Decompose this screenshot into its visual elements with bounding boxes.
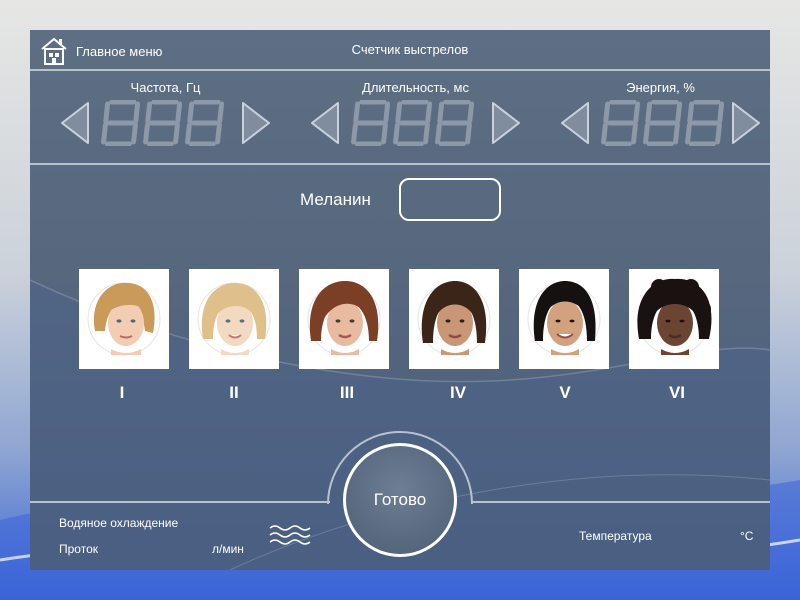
duration-control: Длительность, мс	[308, 72, 523, 162]
face-photo	[527, 281, 601, 356]
display-segment	[187, 101, 195, 124]
display-segment	[435, 122, 442, 145]
arrow-left-icon[interactable]	[308, 100, 342, 146]
display-segment	[717, 101, 725, 124]
face-photo	[87, 282, 161, 356]
footer-divider-left	[30, 501, 330, 503]
display-segment	[675, 101, 683, 124]
skin-type-6-card[interactable]	[629, 269, 719, 369]
display-segment	[383, 101, 391, 124]
frequency-control: Частота, Гц	[58, 72, 273, 162]
skin-type-6-label: VI	[668, 383, 686, 402]
display-segment	[633, 101, 641, 124]
energy-label: Энергия, %	[626, 80, 695, 95]
skin-type-3-card[interactable]	[299, 269, 389, 369]
display-segment	[685, 122, 692, 145]
flow-unit: л/мин	[212, 542, 244, 556]
display-segment	[645, 101, 653, 124]
face-photo	[197, 282, 271, 356]
display-segment	[131, 122, 138, 145]
display-segment	[393, 122, 400, 145]
header-divider	[30, 69, 770, 71]
skin-type-5-label: V	[559, 383, 571, 402]
temperature-unit: °C	[740, 529, 754, 543]
display-segment	[381, 122, 388, 145]
display-segment	[631, 122, 638, 145]
skin-type-4-card[interactable]	[409, 269, 499, 369]
display-digit	[143, 100, 183, 146]
duration-display	[351, 100, 475, 146]
arrow-left-icon[interactable]	[58, 100, 92, 146]
skin-type-3-label: III	[339, 383, 355, 402]
frequency-label: Частота, Гц	[130, 80, 201, 95]
display-digit	[393, 100, 433, 146]
display-segment	[133, 101, 141, 124]
display-segment	[715, 122, 722, 145]
energy-display	[601, 100, 725, 146]
display-segment	[603, 101, 611, 124]
display-segment	[395, 101, 403, 124]
display-segment	[353, 101, 361, 124]
display-segment	[173, 122, 180, 145]
display-digit	[101, 100, 141, 146]
arrow-right-icon[interactable]	[489, 100, 523, 146]
display-segment	[673, 122, 680, 145]
display-digit	[685, 100, 725, 146]
display-segment	[101, 122, 108, 145]
display-digit	[601, 100, 641, 146]
display-segment	[423, 122, 430, 145]
display-segment	[185, 122, 192, 145]
display-segment	[351, 122, 358, 145]
display-segment	[215, 122, 222, 145]
display-digit	[643, 100, 683, 146]
shot-counter-title: Счетчик выстрелов	[351, 42, 469, 57]
display-segment	[687, 101, 695, 124]
arrow-left-icon[interactable]	[558, 100, 592, 146]
face-photo	[637, 278, 712, 356]
display-digit	[351, 100, 391, 146]
skin-type-1-card[interactable]	[79, 269, 169, 369]
controls-divider	[30, 163, 770, 165]
skin-type-2-card[interactable]	[189, 269, 279, 369]
temperature-label: Температура	[579, 529, 652, 543]
display-segment	[103, 101, 111, 124]
footer-divider-right	[471, 501, 770, 503]
display-segment	[143, 122, 150, 145]
display-digit	[435, 100, 475, 146]
skin-type-4-label: IV	[449, 383, 467, 402]
display-segment	[437, 101, 445, 124]
display-segment	[467, 101, 475, 124]
arrow-right-icon[interactable]	[729, 100, 763, 146]
display-segment	[145, 101, 153, 124]
ready-button[interactable]: Готово	[343, 443, 457, 557]
skin-type-1-label: I	[119, 383, 125, 402]
skin-type-2-label: II	[229, 383, 239, 402]
frequency-display	[101, 100, 225, 146]
water-waves-icon	[269, 525, 311, 545]
main-panel: Главное меню Счетчик выстрелов Частота, …	[30, 30, 770, 570]
display-digit	[185, 100, 225, 146]
energy-control: Энергия, %	[558, 72, 763, 162]
display-segment	[643, 122, 650, 145]
display-segment	[217, 101, 225, 124]
display-segment	[465, 122, 472, 145]
flow-label: Проток	[59, 542, 98, 556]
home-icon	[41, 37, 67, 65]
arrow-right-icon[interactable]	[239, 100, 273, 146]
display-segment	[425, 101, 433, 124]
melanin-label: Меланин	[300, 190, 371, 209]
display-segment	[175, 101, 183, 124]
duration-label: Длительность, мс	[362, 80, 469, 95]
face-photo	[307, 281, 381, 356]
water-cooling-label: Водяное охлаждение	[59, 516, 179, 530]
home-button[interactable]: Главное меню	[40, 34, 162, 68]
home-label: Главное меню	[76, 43, 163, 59]
face-photo	[417, 281, 491, 356]
display-segment	[601, 122, 608, 145]
melanin-input[interactable]	[399, 178, 501, 221]
skin-type-5-card[interactable]	[519, 269, 609, 369]
ready-label: Готово	[373, 490, 427, 509]
